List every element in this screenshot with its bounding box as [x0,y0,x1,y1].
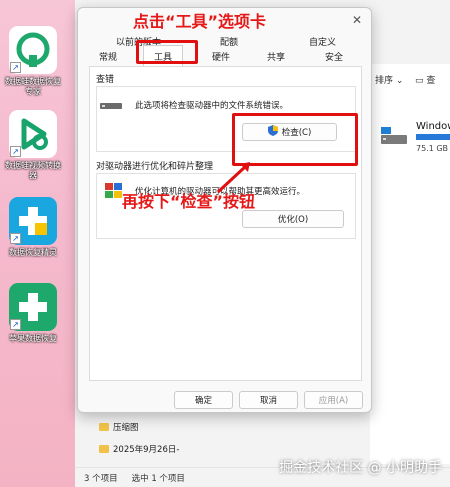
desktop-icon-apple-recovery[interactable]: ↗ 苹果数据恢复 [2,283,64,344]
close-icon[interactable]: ✕ [349,13,365,27]
video-converter-app-icon: ↗ [9,110,57,158]
highlight-tools-tab [136,40,198,64]
desktop-icon-recovery-wizard[interactable]: ↗ 数据恢复精灵 [2,197,64,258]
recovery-wizard-app-icon: ↗ [9,197,57,245]
item-count: 3 个项目 [84,473,118,484]
tree-item[interactable]: 压缩图 [99,421,139,433]
annotation-press-check: 再按下“检查”按钮 [122,192,256,211]
view-icon: ▭ [415,76,424,86]
tab-customize[interactable]: 自定义 [309,35,336,48]
drive-size: 75.1 GB [416,144,449,153]
drive-usage-bar [416,134,450,140]
tab-quota[interactable]: 配额 [220,35,238,48]
drive-check-icon [100,101,122,114]
desktop-icon-data-recovery[interactable]: ↗ 数据蛙数据恢复专家 [2,26,64,97]
drive-icon [380,124,408,146]
error-check-title: 查错 [96,75,115,85]
error-check-description: 此选项将检查驱动器中的文件系统错误。 [135,101,289,111]
selected-count: 选中 1 个项目 [131,473,185,484]
data-recovery-app-icon: ↗ [9,26,57,74]
folder-icon [99,445,109,453]
annotation-click-tools: 点击“工具”选项卡 [133,12,267,31]
tab-general[interactable]: 常规 [99,50,117,63]
apple-recovery-app-icon: ↗ [9,283,57,331]
ok-button[interactable]: 确定 [174,391,233,409]
sort-button[interactable]: 排序 ⌄ [375,73,403,86]
desktop-icon-label: 数据蛙数据恢复专家 [5,77,61,96]
defrag-icon [105,183,123,202]
desktop-icon-video-converter[interactable]: ↗ 数据蛙视频转换器 [2,110,64,181]
tree-item[interactable]: 2025年9月26日- [99,443,179,455]
desktop-icon-label: 苹果数据恢复 [9,334,57,343]
folder-icon [99,423,109,431]
apply-button[interactable]: 应用(A) [304,391,363,409]
highlight-check-button [232,113,358,166]
desktop-icon-label: 数据蛙视频转换器 [5,161,61,180]
desktop-icon-label: 数据恢复精灵 [9,248,57,257]
watermark: 掘金技术社区 @ 小明助手 [279,460,442,476]
optimize-button[interactable]: 优化(O) [242,210,344,228]
cancel-button[interactable]: 取消 [239,391,298,409]
tab-security[interactable]: 安全 [325,50,343,63]
tab-sharing[interactable]: 共享 [267,50,285,63]
tab-hardware[interactable]: 硬件 [212,50,230,63]
view-button[interactable]: ▭ 查 [415,73,435,86]
optimize-title: 对驱动器进行优化和碎片整理 [96,162,214,172]
drive-name[interactable]: Window [416,121,450,132]
